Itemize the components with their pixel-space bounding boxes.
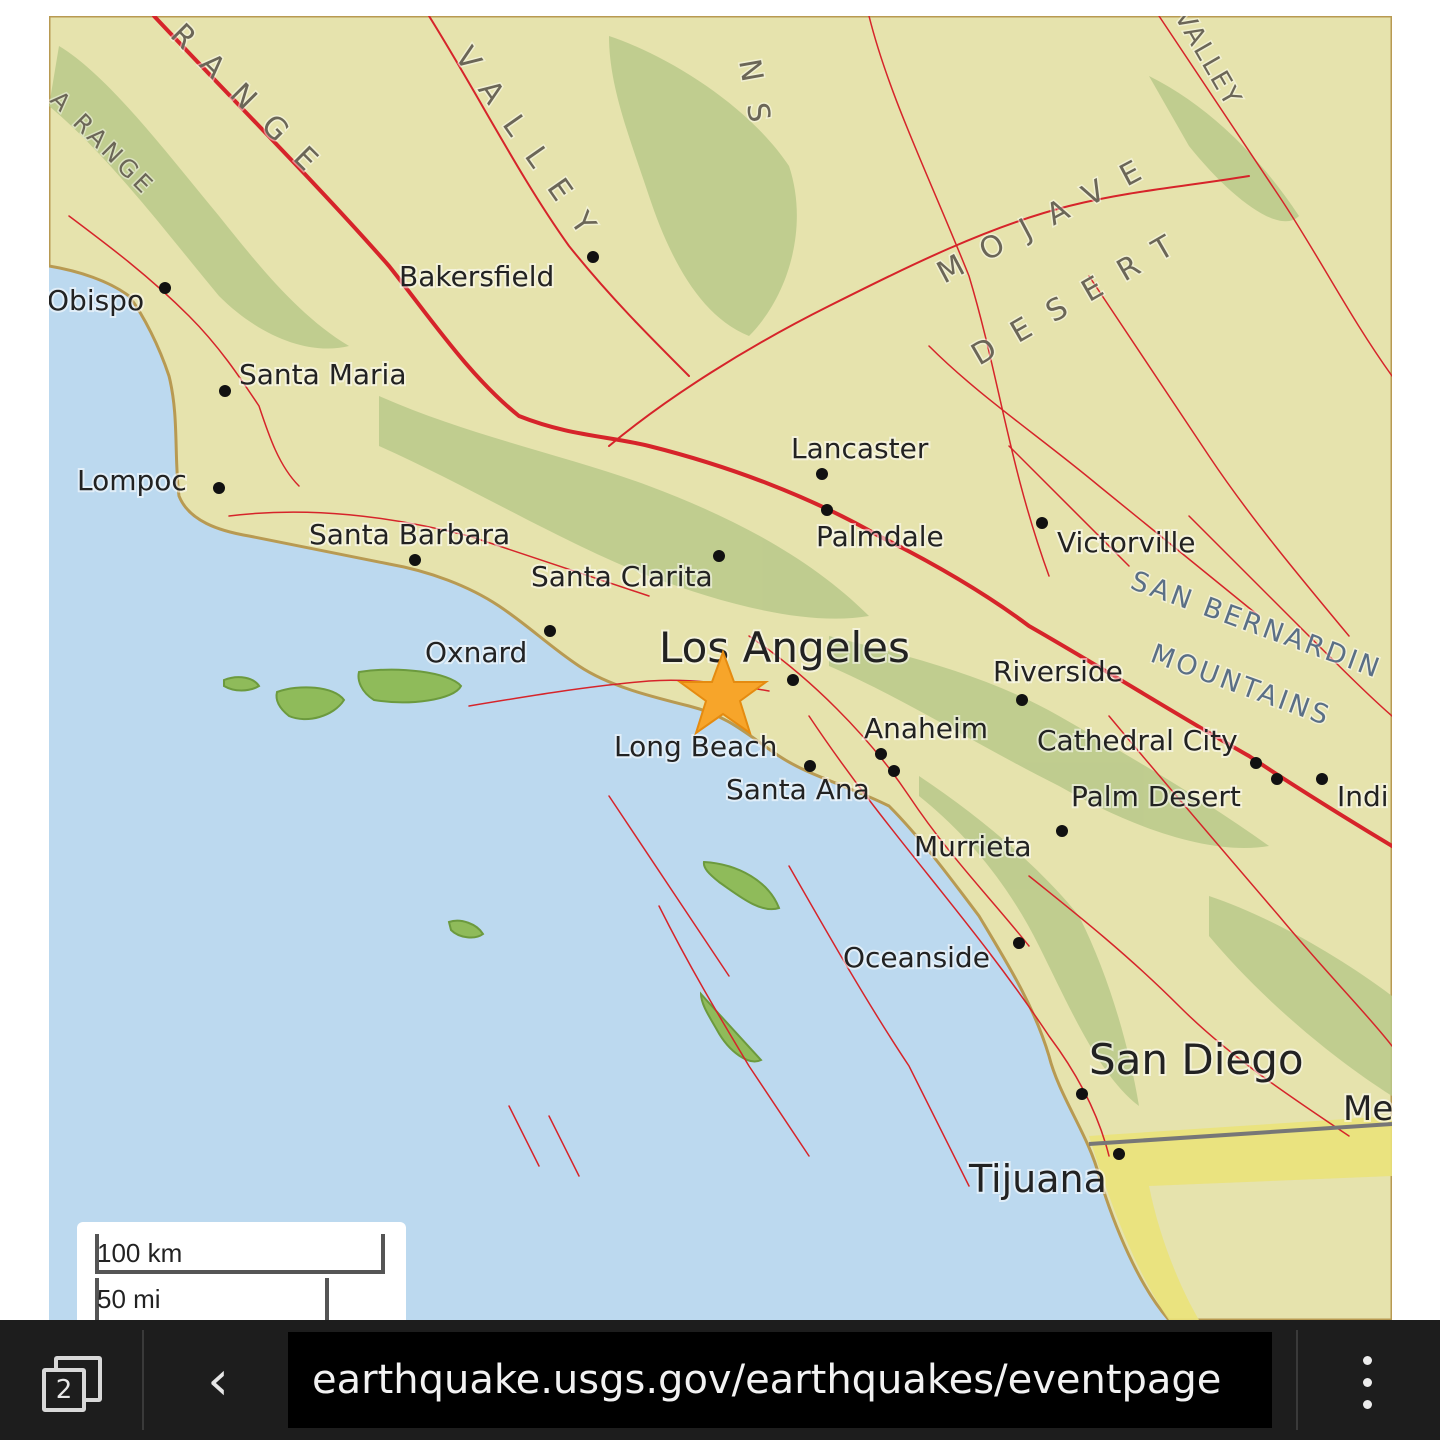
toolbar-divider xyxy=(1296,1330,1298,1430)
city-label-victorville: Victorville xyxy=(1057,526,1195,559)
city-label-san-diego: San Diego xyxy=(1089,1035,1304,1084)
city-label-obispo: Obispo xyxy=(49,284,144,317)
scale-km-label: 100 km xyxy=(97,1238,183,1268)
map-canvas: RANGE A RANGE VALLEY NS VALLEY MOJAVE DE… xyxy=(49,16,1392,1320)
toolbar-divider xyxy=(142,1330,144,1430)
city-label-bakersfield: Bakersfield xyxy=(399,260,554,293)
city-label-santa-ana: Santa Ana xyxy=(726,773,870,806)
city-label-oceanside: Oceanside xyxy=(843,941,990,974)
city-label-palm-desert: Palm Desert xyxy=(1071,780,1241,813)
more-vertical-icon[interactable] xyxy=(1340,1346,1396,1416)
city-label-tijuana: Tijuana xyxy=(968,1157,1107,1201)
scale-bar: 100 km 50 mi xyxy=(77,1222,406,1332)
city-label-mexico: Me xyxy=(1343,1089,1392,1129)
city-label-santa-maria: Santa Maria xyxy=(239,358,406,391)
city-label-los-angeles: Los Angeles xyxy=(659,623,910,672)
city-label-santa-barbara: Santa Barbara xyxy=(309,518,510,551)
browser-toolbar: 2 ‹ earthquake.usgs.gov/earthquakes/even… xyxy=(0,1320,1440,1440)
city-label-palmdale: Palmdale xyxy=(816,520,944,553)
city-label-riverside: Riverside xyxy=(993,655,1123,688)
address-bar[interactable]: earthquake.usgs.gov/earthquakes/eventpag… xyxy=(288,1332,1272,1428)
scale-mi-label: 50 mi xyxy=(97,1284,161,1314)
city-label-oxnard: Oxnard xyxy=(425,636,527,669)
city-label-lancaster: Lancaster xyxy=(791,432,929,465)
city-label-murrieta: Murrieta xyxy=(914,830,1032,863)
city-label-santa-clarita: Santa Clarita xyxy=(531,560,713,593)
city-label-anaheim: Anaheim xyxy=(864,712,988,745)
url-text: earthquake.usgs.gov/earthquakes/eventpag… xyxy=(312,1357,1222,1403)
chevron-left-icon[interactable]: ‹ xyxy=(188,1348,248,1412)
tabs-button[interactable]: 2 xyxy=(28,1346,108,1416)
city-label-cathedral-city: Cathedral City xyxy=(1037,724,1238,757)
city-label-long-beach: Long Beach xyxy=(614,730,777,763)
tab-count-badge: 2 xyxy=(42,1368,86,1412)
city-label-lompoc: Lompoc xyxy=(77,464,187,497)
map-view[interactable]: RANGE A RANGE VALLEY NS VALLEY MOJAVE DE… xyxy=(49,16,1392,1320)
city-label-indio: Indi xyxy=(1337,780,1389,813)
